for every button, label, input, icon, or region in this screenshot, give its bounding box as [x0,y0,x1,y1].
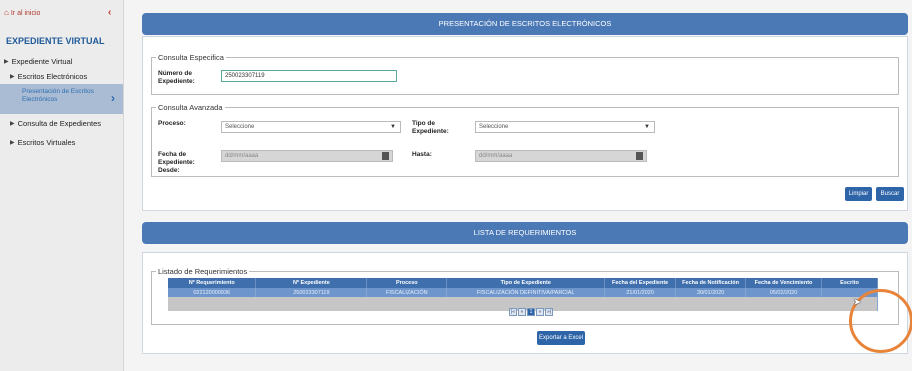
last-page-button[interactable]: »| [545,308,553,316]
sidebar-item-expediente-virtual[interactable]: ▶ Expediente Virtual [4,57,72,66]
sidebar-item-escritos-virtuales[interactable]: ▶ Escritos Virtuales [10,138,75,147]
home-icon: ⌂ [4,8,9,17]
limpiar-button[interactable]: Limpiar [845,187,872,201]
triangle-right-icon: ▶ [10,121,15,127]
sidebar-item-label: Escritos Electrónicos [17,72,88,81]
table-cell: FISCALIZACIÓN DEFINITIVA/PARCIAL [446,288,606,297]
first-page-button[interactable]: |« [509,308,517,316]
chevron-down-icon: ▼ [644,124,650,130]
fecha-desde-input[interactable]: dd/mm/aaaa [221,150,393,162]
prev-page-button[interactable]: « [518,308,526,316]
table-cell: 30/01/2020 [675,288,747,297]
current-page[interactable]: 1 [527,308,535,316]
fecha-hasta-label: Hasta: [412,151,432,158]
column-header[interactable]: Proceso [366,278,448,288]
sidebar-item-presentacion-escritos[interactable]: Presentación de Escritos Electrónicos › [0,84,123,114]
chevron-down-icon: ▼ [390,124,396,130]
column-header[interactable]: Nº Expediente [255,278,368,288]
tipo-expediente-label: Tipo de Expediente: [412,120,449,135]
table-cell: 21/01/2020 [604,288,677,297]
listado-legend: Listado de Requerimientos [158,267,248,276]
table-row[interactable]: 022120000936 250023307119 FISCALIZACIÓN … [168,288,878,297]
fecha-hasta-input[interactable]: dd/mm/aaaa [475,150,647,162]
next-page-button[interactable]: » [536,308,544,316]
consulta-avanzada-legend: Consulta Avanzada [158,103,223,112]
calendar-icon[interactable] [382,152,389,160]
fecha-hasta-placeholder: dd/mm/aaaa [479,153,513,159]
home-label: Ir al inicio [10,9,41,17]
table-cell: 05/02/2020 [745,288,822,297]
requerimientos-table: Nº Requerimiento Nº Expediente Proceso T… [168,278,878,311]
consulta-especifica-legend: Consulta Especifica [158,53,224,62]
mouse-cursor-icon: ➤ [853,297,862,308]
sidebar-item-label: Consulta de Expedientes [17,119,102,128]
pagination: |« « 1 » »| [509,308,553,316]
chevron-right-icon: › [111,91,115,105]
tipo-expediente-select[interactable]: Seleccione ▼ [475,121,655,133]
main-content: PRESENTACIÓN DE ESCRITOS ELECTRÓNICOS Co… [124,0,912,371]
home-link[interactable]: ⌂ Ir al inicio [4,9,40,17]
numero-expediente-label: Número de Expediente: [158,70,195,85]
table-cell: 022120000936 [168,288,257,297]
fecha-desde-label: Fecha de Expediente: Desde: [158,151,195,174]
tipo-expediente-selected-value: Seleccione [479,124,509,130]
consulta-avanzada-fieldset: Consulta Avanzada Proceso: Seleccione ▼ … [151,103,899,177]
triangle-right-icon: ▶ [4,59,9,65]
search-panel: Consulta Especifica Número de Expediente… [142,36,908,211]
proceso-selected-value: Seleccione [225,124,255,130]
sidebar-item-label: Escritos Virtuales [17,138,76,147]
column-header[interactable]: Fecha de Notificación [675,278,747,288]
column-header[interactable]: Escrito [821,278,878,288]
column-header[interactable]: Fecha de Vencimiento [745,278,822,288]
collapse-sidebar-icon[interactable]: ‹ [108,7,111,18]
table-cell: 250023307119 [255,288,368,297]
triangle-right-icon: ▶ [10,74,15,80]
sidebar-item-label: Expediente Virtual [11,57,73,66]
sidebar-title: EXPEDIENTE VIRTUAL [6,36,105,46]
sidebar-item-escritos-electronicos[interactable]: ▶ Escritos Electrónicos [10,72,87,81]
proceso-select[interactable]: Seleccione ▼ [221,121,401,133]
proceso-label: Proceso: [158,120,186,127]
table-cell: FISCALIZACIÓN [366,288,448,297]
column-header[interactable]: Nº Requerimiento [168,278,257,288]
results-panel: Listado de Requerimientos Nº Requerimien… [142,252,908,354]
exportar-excel-button[interactable]: Exportar a Excel [537,331,585,345]
sidebar: ⌂ Ir al inicio ‹ EXPEDIENTE VIRTUAL ▶ Ex… [0,0,124,371]
fecha-desde-placeholder: dd/mm/aaaa [225,153,259,159]
calendar-icon[interactable] [636,152,643,160]
triangle-right-icon: ▶ [10,140,15,146]
table-header-row: Nº Requerimiento Nº Expediente Proceso T… [168,278,878,288]
page-title: PRESENTACIÓN DE ESCRITOS ELECTRÓNICOS [142,13,908,35]
sidebar-item-label: Presentación de Escritos Electrónicos [22,88,94,103]
sidebar-item-consulta-expedientes[interactable]: ▶ Consulta de Expedientes [10,119,101,128]
buscar-button[interactable]: Buscar [876,187,904,201]
lista-title: LISTA DE REQUERIMIENTOS [142,222,908,244]
consulta-especifica-fieldset: Consulta Especifica Número de Expediente… [151,53,899,95]
numero-expediente-input[interactable]: 250023307119 [221,70,397,82]
column-header[interactable]: Tipo de Expediente [446,278,606,288]
column-header[interactable]: Fecha del Expediente [604,278,677,288]
